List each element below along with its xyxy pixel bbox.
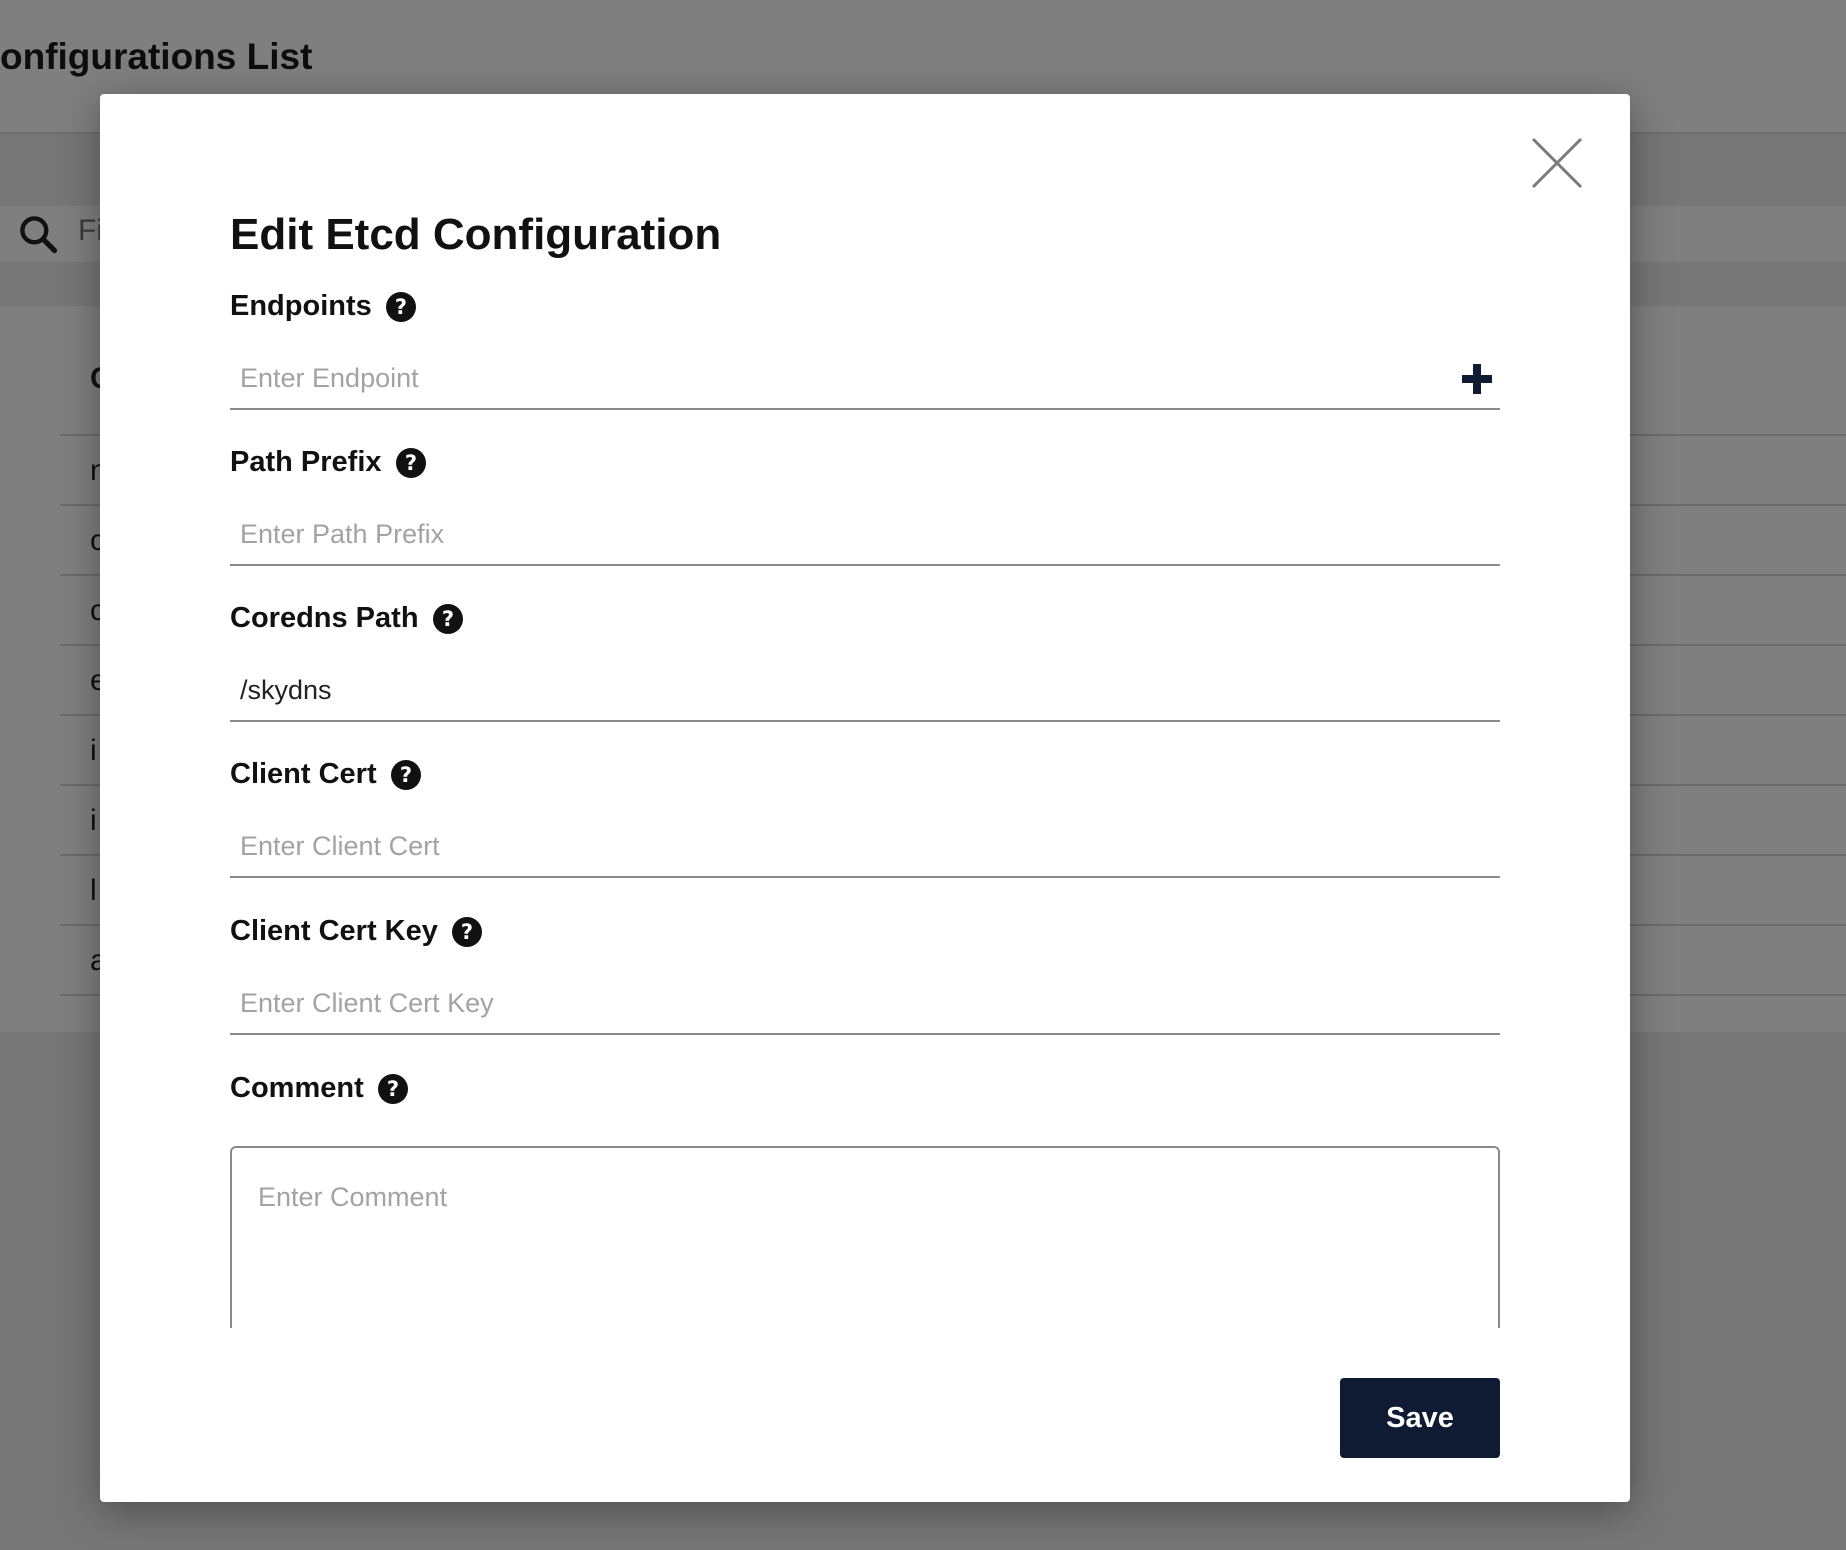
- endpoint-input[interactable]: [230, 348, 1500, 410]
- endpoints-label-text: Endpoints: [230, 290, 372, 322]
- svg-text:?: ?: [400, 763, 412, 787]
- comment-textarea[interactable]: [230, 1146, 1500, 1328]
- comment-label: Comment ?: [230, 1072, 408, 1105]
- coredns-path-input[interactable]: [230, 660, 1500, 722]
- help-icon[interactable]: ?: [395, 447, 426, 478]
- help-icon[interactable]: ?: [385, 291, 416, 322]
- app-root: onfigurations List Fi C n c c e i i l a …: [0, 0, 1846, 1550]
- path-prefix-input[interactable]: [230, 504, 1500, 566]
- path-prefix-label-text: Path Prefix: [230, 446, 382, 478]
- endpoints-label: Endpoints ?: [230, 290, 416, 323]
- help-icon[interactable]: ?: [377, 1073, 408, 1104]
- svg-text:?: ?: [395, 295, 407, 319]
- comment-label-text: Comment: [230, 1072, 364, 1104]
- svg-text:?: ?: [387, 1077, 399, 1101]
- svg-text:?: ?: [441, 607, 453, 631]
- save-button[interactable]: Save: [1340, 1378, 1500, 1458]
- close-icon[interactable]: [1530, 136, 1584, 190]
- coredns-path-label: Coredns Path ?: [230, 602, 463, 635]
- client-cert-label: Client Cert ?: [230, 758, 421, 791]
- path-prefix-label: Path Prefix ?: [230, 446, 426, 479]
- edit-etcd-dialog: Edit Etcd Configuration Endpoints ? Path…: [100, 94, 1630, 1502]
- plus-icon[interactable]: [1460, 362, 1494, 396]
- help-icon[interactable]: ?: [390, 759, 421, 790]
- client-cert-input[interactable]: [230, 816, 1500, 878]
- help-icon[interactable]: ?: [432, 603, 463, 634]
- client-cert-key-label-text: Client Cert Key: [230, 915, 438, 947]
- coredns-path-label-text: Coredns Path: [230, 602, 419, 634]
- client-cert-key-label: Client Cert Key ?: [230, 915, 482, 948]
- help-icon[interactable]: ?: [451, 916, 482, 947]
- client-cert-key-input[interactable]: [230, 973, 1500, 1035]
- svg-text:?: ?: [404, 451, 416, 475]
- dialog-title: Edit Etcd Configuration: [230, 210, 722, 259]
- client-cert-label-text: Client Cert: [230, 758, 377, 790]
- svg-text:?: ?: [461, 920, 473, 944]
